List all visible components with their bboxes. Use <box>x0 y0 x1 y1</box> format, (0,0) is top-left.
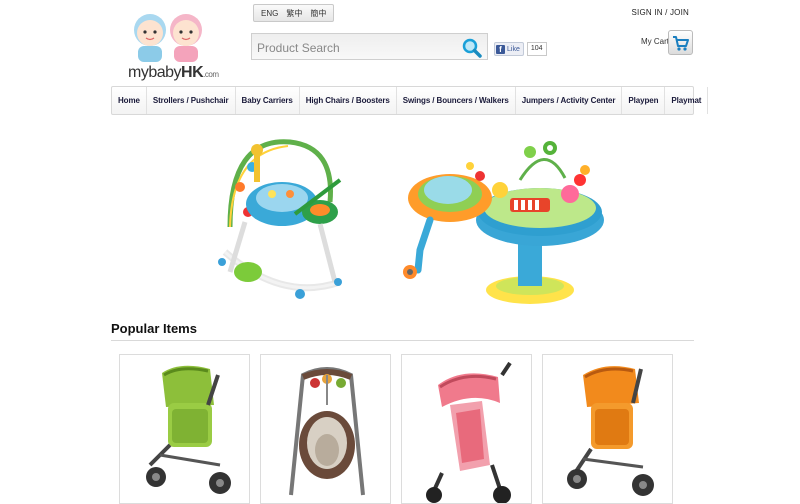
cart-label[interactable]: My Cart <box>641 37 669 46</box>
logo-text-main: mybaby <box>128 64 182 81</box>
signin-join-link[interactable]: SIGN IN / JOIN <box>632 8 689 17</box>
nav-playmat[interactable]: Playmat <box>665 87 709 114</box>
orange-stroller-image <box>567 366 654 496</box>
section-divider <box>111 340 694 341</box>
nav-baby-carriers[interactable]: Baby Carriers <box>236 87 300 114</box>
lang-simplified-chinese[interactable]: 簡中 <box>306 8 330 19</box>
nav-home[interactable]: Home <box>112 87 147 114</box>
popular-items-title: Popular Items <box>111 321 197 336</box>
language-switcher: ENG 繁中 簡中 <box>253 4 335 22</box>
nav-strollers[interactable]: Strollers / Pushchair <box>147 87 236 114</box>
lang-english[interactable]: ENG <box>257 9 282 18</box>
nav-swings-bouncers[interactable]: Swings / Bouncers / Walkers <box>397 87 516 114</box>
banner-walker-image[interactable] <box>210 132 355 304</box>
nav-playpen[interactable]: Playpen <box>622 87 666 114</box>
logo-text[interactable]: mybabyHK.com <box>128 64 219 82</box>
product-card-orange-stroller[interactable] <box>542 354 673 504</box>
search-box <box>251 33 488 60</box>
facebook-like-label: Like <box>507 45 520 53</box>
search-button[interactable] <box>461 37 483 59</box>
nav-high-chairs[interactable]: High Chairs / Boosters <box>300 87 397 114</box>
banner-activity-center-image[interactable] <box>400 140 610 308</box>
lang-traditional-chinese[interactable]: 繁中 <box>282 8 306 19</box>
baby-swing-image <box>289 367 365 496</box>
logo-text-suffix: .com <box>203 70 219 79</box>
search-input[interactable] <box>255 37 459 59</box>
product-card-pink-stroller[interactable] <box>401 354 532 504</box>
shopping-cart-icon <box>673 36 689 51</box>
logo-text-bold: HK <box>181 64 204 81</box>
search-icon <box>462 38 482 58</box>
facebook-icon: f <box>496 44 505 54</box>
facebook-like-button[interactable]: f Like <box>494 42 524 56</box>
facebook-like-widget: f Like 104 <box>494 42 547 56</box>
facebook-like-count: 104 <box>526 42 547 56</box>
pink-stroller-image <box>426 361 512 503</box>
product-card-baby-swing[interactable] <box>260 354 391 504</box>
nav-jumpers-activity[interactable]: Jumpers / Activity Center <box>516 87 623 114</box>
green-stroller-image <box>146 365 231 494</box>
cart-button[interactable] <box>668 30 693 55</box>
main-navigation: Home Strollers / Pushchair Baby Carriers… <box>111 86 709 115</box>
product-card-green-stroller[interactable] <box>119 354 250 504</box>
